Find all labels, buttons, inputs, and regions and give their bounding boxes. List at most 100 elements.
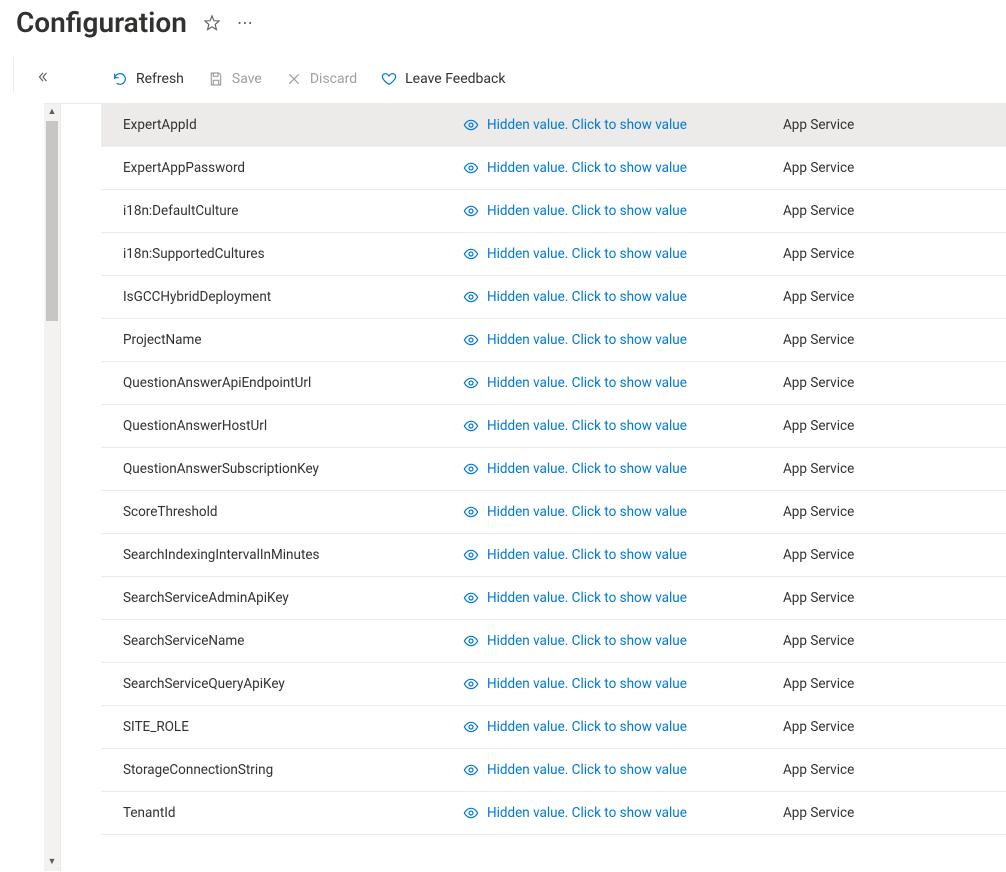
setting-name: SearchIndexingIntervalInMinutes (123, 547, 463, 563)
setting-name: ExpertAppId (123, 117, 463, 133)
setting-source: App Service (783, 117, 1006, 133)
eye-icon (463, 762, 479, 778)
show-value-link[interactable]: Hidden value. Click to show value (463, 375, 783, 391)
eye-icon (463, 633, 479, 649)
setting-name: i18n:DefaultCulture (123, 203, 463, 219)
setting-source: App Service (783, 676, 1006, 692)
eye-icon (463, 203, 479, 219)
setting-source: App Service (783, 418, 1006, 434)
settings-table-wrap: ▲ ▼ ExpertAppId Hidden value. Click to sh… (44, 103, 1006, 871)
setting-source: App Service (783, 375, 1006, 391)
setting-source: App Service (783, 633, 1006, 649)
show-value-link[interactable]: Hidden value. Click to show value (463, 332, 783, 348)
show-value-link[interactable]: Hidden value. Click to show value (463, 461, 783, 477)
hidden-value-label: Hidden value. Click to show value (487, 762, 687, 778)
eye-icon (463, 590, 479, 606)
table-row[interactable]: ExpertAppId Hidden value. Click to show v… (101, 104, 1006, 147)
leave-feedback-button[interactable]: Leave Feedback (379, 67, 507, 91)
main-column: Refresh Save Discard Leav (62, 57, 1006, 871)
hidden-value-label: Hidden value. Click to show value (487, 418, 687, 434)
table-row[interactable]: StorageConnectionString Hidden value. Cli… (101, 749, 1006, 792)
scroll-thumb[interactable] (46, 121, 58, 321)
hidden-value-label: Hidden value. Click to show value (487, 676, 687, 692)
table-row[interactable]: i18n:SupportedCulturesHidden value. Clic… (101, 233, 1006, 276)
body-area: Refresh Save Discard Leav (0, 57, 1006, 871)
setting-name: ExpertAppPassword (123, 160, 463, 176)
setting-name: SearchServiceAdminApiKey (123, 590, 463, 606)
show-value-link[interactable]: Hidden value. Click to show value (463, 504, 783, 520)
table-row[interactable]: QuestionAnswerApiEndpointUrl Hidden value… (101, 362, 1006, 405)
setting-name: IsGCCHybridDeployment (123, 289, 463, 305)
setting-name: SearchServiceQueryApiKey (123, 676, 463, 692)
show-value-link[interactable]: Hidden value. Click to show value (463, 547, 783, 563)
table-row[interactable]: SearchServiceQueryApiKey Hidden value. Cl… (101, 663, 1006, 706)
show-value-link[interactable]: Hidden value. Click to show value (463, 719, 783, 735)
setting-name: SearchServiceName (123, 633, 463, 649)
scroll-up-arrow-icon[interactable]: ▲ (44, 104, 60, 121)
discard-button: Discard (284, 67, 359, 91)
show-value-link[interactable]: Hidden value. Click to show value (463, 246, 783, 262)
table-row[interactable]: ScoreThreshold Hidden value. Click to sho… (101, 491, 1006, 534)
hidden-value-label: Hidden value. Click to show value (487, 805, 687, 821)
setting-name: ProjectName (123, 332, 463, 348)
hidden-value-label: Hidden value. Click to show value (487, 117, 687, 133)
show-value-link[interactable]: Hidden value. Click to show value (463, 117, 783, 133)
setting-source: App Service (783, 203, 1006, 219)
table-row[interactable]: QuestionAnswerHostUrl Hidden value. Click… (101, 405, 1006, 448)
eye-icon (463, 160, 479, 176)
setting-source: App Service (783, 504, 1006, 520)
table-row[interactable]: TenantId Hidden value. Click to show valu… (101, 792, 1006, 835)
hidden-value-label: Hidden value. Click to show value (487, 547, 687, 563)
vertical-scrollbar[interactable]: ▲ ▼ (44, 104, 61, 871)
table-row[interactable]: ExpertAppPassword Hidden value. Click to … (101, 147, 1006, 190)
show-value-link[interactable]: Hidden value. Click to show value (463, 676, 783, 692)
table-row[interactable]: SearchIndexingIntervalInMinutes Hidden va… (101, 534, 1006, 577)
setting-name: StorageConnectionString (123, 762, 463, 778)
setting-source: App Service (783, 547, 1006, 563)
setting-name: QuestionAnswerHostUrl (123, 418, 463, 434)
hidden-value-label: Hidden value. Click to show value (487, 203, 687, 219)
show-value-link[interactable]: Hidden value. Click to show value (463, 633, 783, 649)
setting-source: App Service (783, 461, 1006, 477)
eye-icon (463, 676, 479, 692)
show-value-link[interactable]: Hidden value. Click to show value (463, 805, 783, 821)
hidden-value-label: Hidden value. Click to show value (487, 246, 687, 262)
table-row[interactable]: IsGCCHybridDeployment Hidden value. Click… (101, 276, 1006, 319)
eye-icon (463, 547, 479, 563)
setting-source: App Service (783, 719, 1006, 735)
show-value-link[interactable]: Hidden value. Click to show value (463, 590, 783, 606)
show-value-link[interactable]: Hidden value. Click to show value (463, 289, 783, 305)
hidden-value-label: Hidden value. Click to show value (487, 160, 687, 176)
feedback-label: Leave Feedback (405, 71, 505, 87)
eye-icon (463, 504, 479, 520)
hidden-value-label: Hidden value. Click to show value (487, 332, 687, 348)
refresh-button[interactable]: Refresh (110, 67, 186, 91)
table-row[interactable]: i18n:DefaultCulture Hidden value. Click t… (101, 190, 1006, 233)
more-icon[interactable]: ⋯ (237, 13, 254, 32)
show-value-link[interactable]: Hidden value. Click to show value (463, 160, 783, 176)
show-value-link[interactable]: Hidden value. Click to show value (463, 418, 783, 434)
table-row[interactable]: SITE_ROLEHidden value. Click to show val… (101, 706, 1006, 749)
setting-name: TenantId (123, 805, 463, 821)
scroll-down-arrow-icon[interactable]: ▼ (44, 854, 60, 871)
setting-source: App Service (783, 805, 1006, 821)
hidden-value-label: Hidden value. Click to show value (487, 504, 687, 520)
table-row[interactable]: SearchServiceAdminApiKeyHidden value. Cl… (101, 577, 1006, 620)
table-row[interactable]: QuestionAnswerSubscriptionKeyHidden valu… (101, 448, 1006, 491)
save-label: Save (232, 71, 262, 87)
settings-table: ExpertAppId Hidden value. Click to show v… (61, 104, 1006, 871)
table-row[interactable]: SearchServiceNameHidden value. Click to … (101, 620, 1006, 663)
show-value-link[interactable]: Hidden value. Click to show value (463, 203, 783, 219)
setting-name: ScoreThreshold (123, 504, 463, 520)
eye-icon (463, 461, 479, 477)
eye-icon (463, 289, 479, 305)
hidden-value-label: Hidden value. Click to show value (487, 375, 687, 391)
left-panel-stub (0, 57, 14, 93)
discard-label: Discard (310, 71, 357, 87)
favorite-star-icon[interactable] (203, 14, 221, 32)
setting-name: QuestionAnswerApiEndpointUrl (123, 375, 463, 391)
setting-source: App Service (783, 762, 1006, 778)
table-row[interactable]: ProjectName Hidden value. Click to show v… (101, 319, 1006, 362)
hidden-value-label: Hidden value. Click to show value (487, 289, 687, 305)
show-value-link[interactable]: Hidden value. Click to show value (463, 762, 783, 778)
